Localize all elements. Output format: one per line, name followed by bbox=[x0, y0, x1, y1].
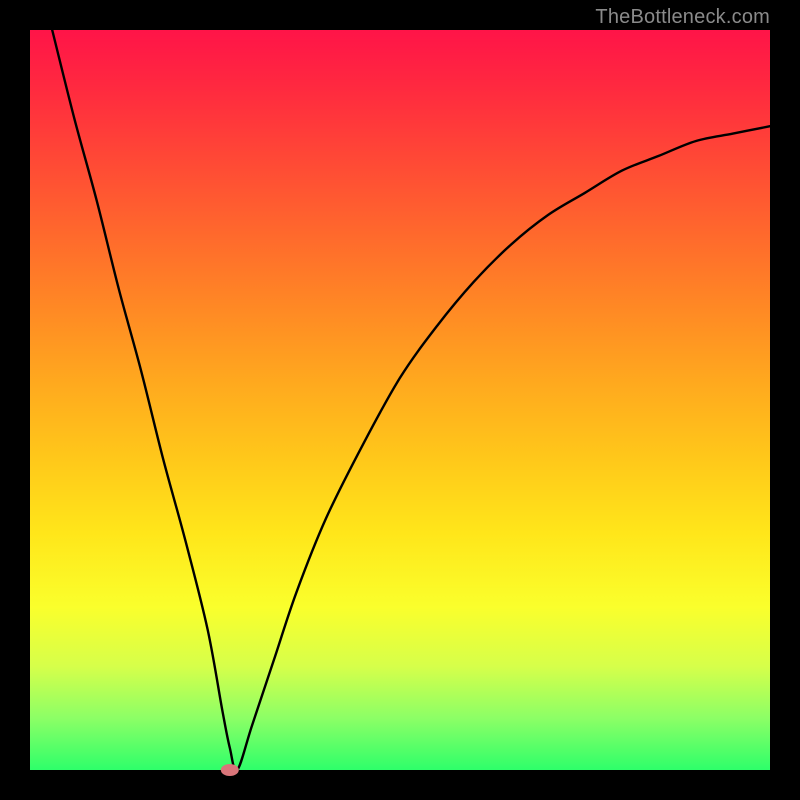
curve-layer bbox=[30, 30, 770, 770]
bottleneck-curve bbox=[52, 30, 770, 771]
watermark-text: TheBottleneck.com bbox=[595, 6, 770, 29]
plot-area bbox=[30, 30, 770, 770]
optimal-marker bbox=[221, 764, 239, 776]
chart-frame: TheBottleneck.com bbox=[0, 0, 800, 800]
